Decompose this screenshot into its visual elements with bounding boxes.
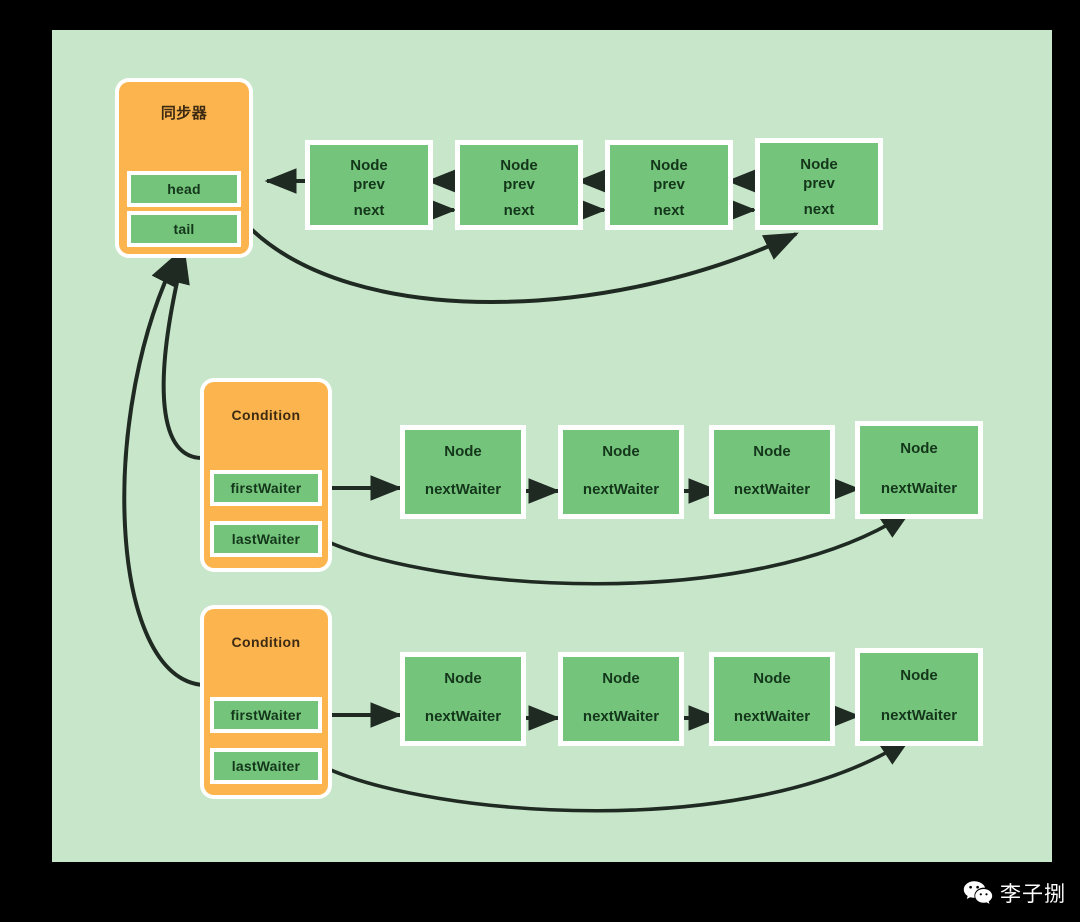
aqs-node-0-title: Node bbox=[350, 157, 388, 174]
watermark-text: 李子捌 bbox=[1000, 882, 1066, 906]
synchronizer-box[interactable]: 同步器 head tail bbox=[119, 82, 249, 254]
condition-box-1-field-firstwaiter[interactable]: firstWaiter bbox=[214, 701, 318, 729]
condition-1-node-0-nextwaiter: nextWaiter bbox=[424, 708, 502, 725]
condition2-to-synchronizer-arrow bbox=[122, 251, 205, 687]
condition-1-node-1-nextwaiter: nextWaiter bbox=[582, 708, 660, 725]
condition1-to-synchronizer-arrow bbox=[161, 248, 205, 461]
condition-0-node-1-title: Node bbox=[602, 443, 640, 460]
watermark: 李子捌 bbox=[963, 878, 1066, 908]
aqs-node-0-next: next bbox=[353, 202, 385, 219]
aqs-node-3-title: Node bbox=[800, 156, 838, 173]
aqs-node-1-prev: prev bbox=[503, 176, 535, 193]
aqs-node-2-next: next bbox=[653, 202, 685, 219]
aqs-node-1[interactable]: Node prev next bbox=[460, 145, 578, 225]
condition-box-1-field-lastwaiter-label: lastWaiter bbox=[231, 758, 301, 774]
condition-box-1[interactable]: Condition firstWaiter lastWaiter bbox=[204, 609, 328, 795]
condition-0-node-3[interactable]: Node nextWaiter bbox=[860, 426, 978, 514]
aqs-node-3-next: next bbox=[803, 201, 835, 218]
synchronizer-field-head[interactable]: head bbox=[131, 175, 237, 203]
condition-0-node-2-title: Node bbox=[753, 443, 791, 460]
condition-1-node-0[interactable]: Node nextWaiter bbox=[405, 657, 521, 741]
condition-1-node-3-title: Node bbox=[900, 667, 938, 684]
diagram-canvas: 同步器 head tail Node prev next Node prev n… bbox=[52, 30, 1052, 862]
wechat-icon bbox=[963, 880, 993, 906]
synchronizer-title: 同步器 bbox=[160, 105, 208, 122]
aqs-node-1-title: Node bbox=[500, 157, 538, 174]
tail-to-last-node-arrow bbox=[246, 224, 799, 304]
condition-0-node-0-title: Node bbox=[444, 443, 482, 460]
condition-1-node-3-nextwaiter: nextWaiter bbox=[880, 707, 958, 724]
condition-box-0-field-lastwaiter[interactable]: lastWaiter bbox=[214, 525, 318, 553]
synchronizer-field-tail-label: tail bbox=[173, 221, 195, 237]
condition-1-node-0-title: Node bbox=[444, 670, 482, 687]
condition-0-node-3-nextwaiter: nextWaiter bbox=[880, 480, 958, 497]
aqs-node-3-prev: prev bbox=[803, 175, 835, 192]
condition-0-node-1[interactable]: Node nextWaiter bbox=[563, 430, 679, 514]
condition-box-1-title: Condition bbox=[231, 634, 301, 650]
condition-1-node-3[interactable]: Node nextWaiter bbox=[860, 653, 978, 741]
condition-box-1-field-lastwaiter[interactable]: lastWaiter bbox=[214, 752, 318, 780]
condition-0-node-1-nextwaiter: nextWaiter bbox=[582, 481, 660, 498]
condition-0-node-2[interactable]: Node nextWaiter bbox=[714, 430, 830, 514]
condition-0-node-2-nextwaiter: nextWaiter bbox=[733, 481, 811, 498]
condition-box-0-title: Condition bbox=[231, 407, 301, 423]
condition-1-node-2-nextwaiter: nextWaiter bbox=[733, 708, 811, 725]
condition1-lastwaiter-arrow bbox=[323, 510, 912, 586]
condition-0-node-0-nextwaiter: nextWaiter bbox=[424, 481, 502, 498]
condition-1-node-2-title: Node bbox=[753, 670, 791, 687]
aqs-node-2-prev: prev bbox=[653, 176, 685, 193]
condition-box-0-field-firstwaiter[interactable]: firstWaiter bbox=[214, 474, 318, 502]
synchronizer-field-head-label: head bbox=[167, 181, 201, 197]
aqs-node-3[interactable]: Node prev next bbox=[760, 143, 878, 225]
condition-1-node-2[interactable]: Node nextWaiter bbox=[714, 657, 830, 741]
condition-1-node-1[interactable]: Node nextWaiter bbox=[563, 657, 679, 741]
aqs-node-1-next: next bbox=[503, 202, 535, 219]
aqs-node-2-title: Node bbox=[650, 157, 688, 174]
condition-box-0[interactable]: Condition firstWaiter lastWaiter bbox=[204, 382, 328, 568]
condition-0-node-3-title: Node bbox=[900, 440, 938, 457]
aqs-node-2[interactable]: Node prev next bbox=[610, 145, 728, 225]
condition-box-0-field-firstwaiter-label: firstWaiter bbox=[230, 480, 302, 496]
aqs-node-0-prev: prev bbox=[353, 176, 385, 193]
condition-0-node-0[interactable]: Node nextWaiter bbox=[405, 430, 521, 514]
condition-box-0-field-lastwaiter-label: lastWaiter bbox=[231, 531, 301, 547]
synchronizer-field-tail[interactable]: tail bbox=[131, 215, 237, 243]
condition2-lastwaiter-arrow bbox=[323, 737, 912, 813]
condition-box-1-field-firstwaiter-label: firstWaiter bbox=[230, 707, 302, 723]
condition-1-node-1-title: Node bbox=[602, 670, 640, 687]
aqs-node-0[interactable]: Node prev next bbox=[310, 145, 428, 225]
